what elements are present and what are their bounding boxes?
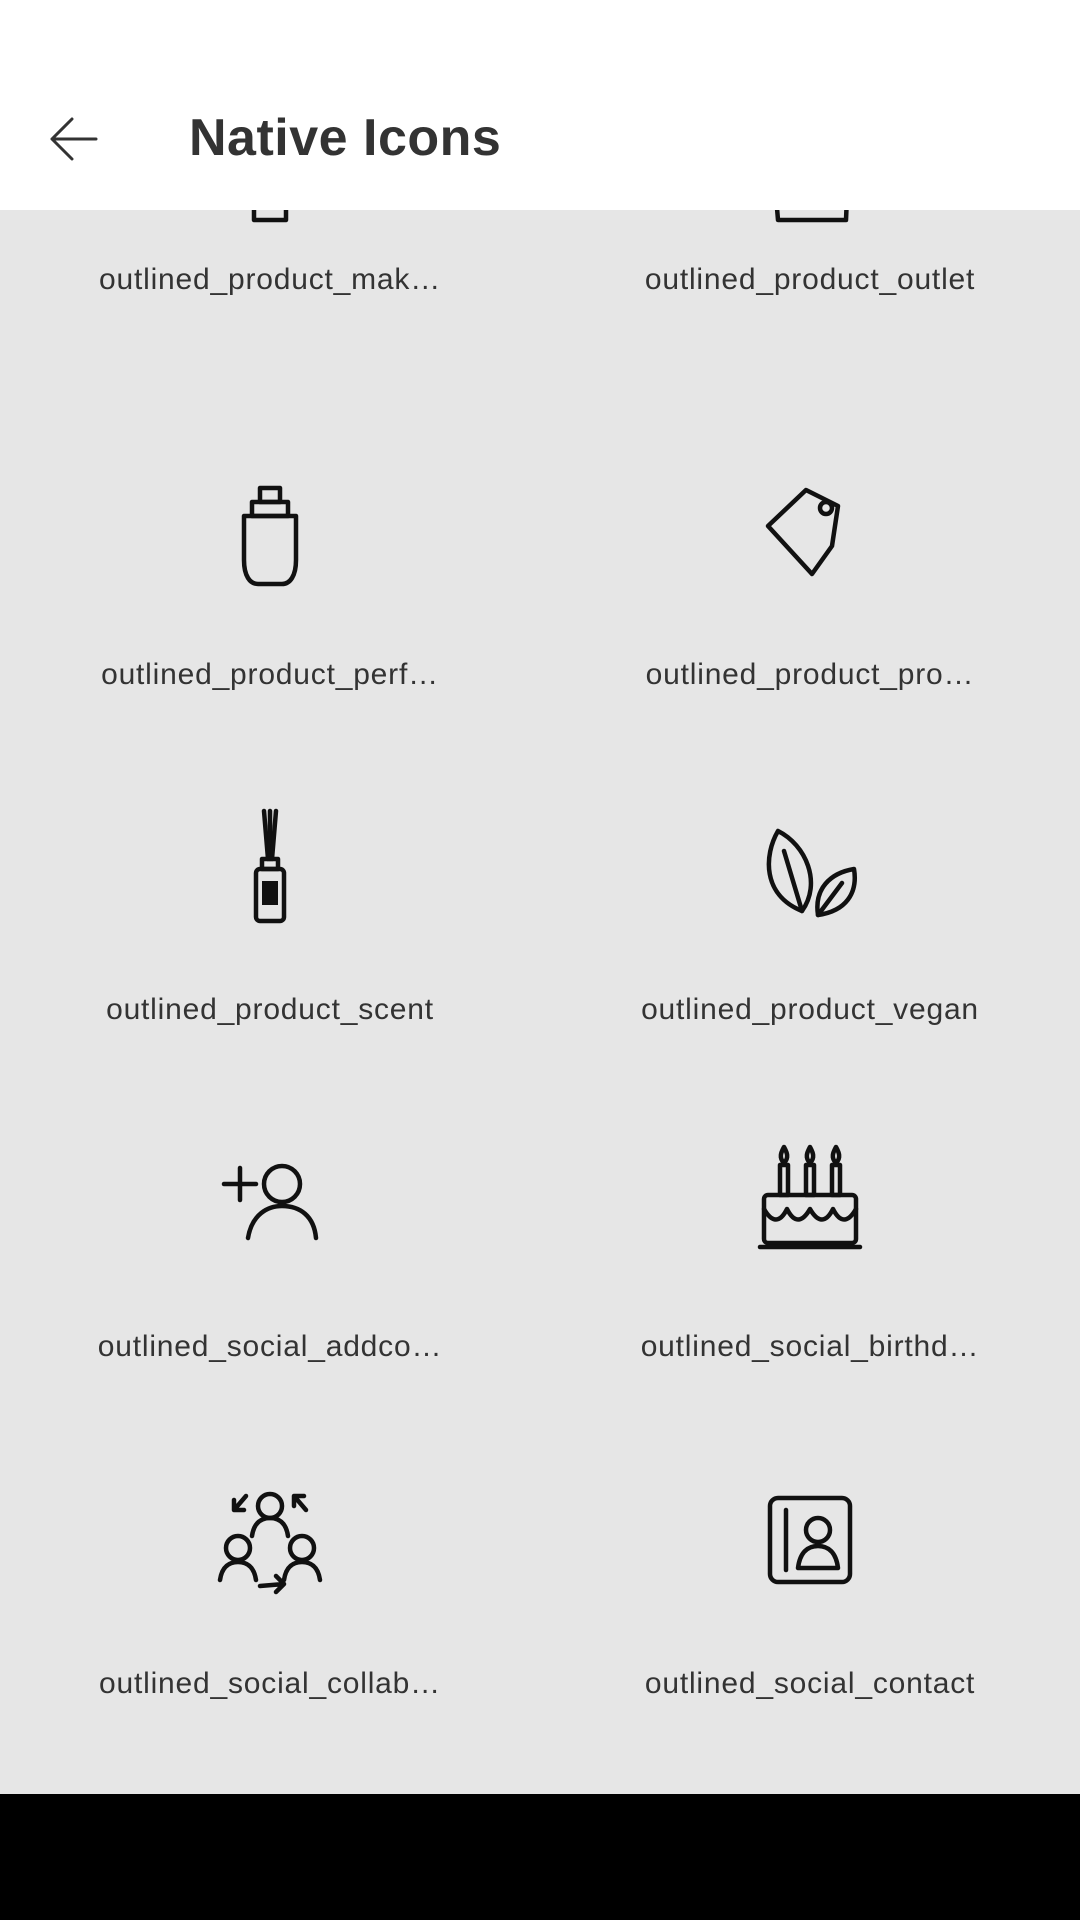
icon-label: outlined_social_collab… xyxy=(99,1667,441,1700)
product-promo-tag-icon xyxy=(760,484,860,594)
icon-tile[interactable]: outlined_social_addco… xyxy=(0,1093,540,1430)
system-navigation-bar xyxy=(0,1794,1080,1920)
product-perfume-icon xyxy=(220,484,320,594)
social-birthday-cake-icon xyxy=(757,1143,863,1253)
social-contact-card-icon xyxy=(760,1490,860,1600)
icon-label: outlined_product_perf… xyxy=(101,658,439,691)
icon-tile[interactable]: outlined_social_birthd… xyxy=(540,1093,1080,1430)
icon-label: outlined_product_scent xyxy=(106,993,434,1026)
social-add-contact-icon xyxy=(220,1158,320,1268)
app-bar: Native Icons xyxy=(0,0,1080,210)
back-button[interactable] xyxy=(30,96,116,182)
icon-label: outlined_product_pro… xyxy=(645,658,975,691)
icon-label: outlined_social_birthd… xyxy=(640,1330,980,1363)
icon-label: outlined_social_addco… xyxy=(97,1330,443,1363)
icon-tile[interactable]: outlined_product_scent xyxy=(0,756,540,1093)
icon-tile[interactable]: outlined_social_collab… xyxy=(0,1430,540,1767)
icon-label: outlined_social_contact xyxy=(644,1667,976,1700)
product-scent-diffuser-icon xyxy=(220,808,320,924)
arrow-back-icon xyxy=(50,117,98,161)
icon-tile[interactable]: outlined_product_vegan xyxy=(540,756,1080,1093)
product-makeup-icon xyxy=(220,210,320,242)
icon-grid[interactable]: outlined_product_mak… outlined_product_o… xyxy=(0,210,1080,1794)
page-title: Native Icons xyxy=(189,109,502,167)
icon-label: outlined_product_vegan xyxy=(641,993,979,1026)
icon-label: outlined_product_outlet xyxy=(644,263,976,296)
product-vegan-leaves-icon xyxy=(760,811,860,921)
icon-tile[interactable]: outlined_social_contact xyxy=(540,1430,1080,1767)
icon-tile[interactable]: outlined_product_mak… xyxy=(0,210,540,419)
icon-label: outlined_product_mak… xyxy=(99,263,441,296)
icon-tile[interactable]: outlined_product_pro… xyxy=(540,419,1080,756)
icon-tile[interactable]: outlined_product_perf… xyxy=(0,419,540,756)
icon-tile[interactable]: outlined_product_outlet xyxy=(540,210,1080,419)
social-collaboration-icon xyxy=(217,1490,323,1600)
product-outlet-icon xyxy=(760,210,860,242)
